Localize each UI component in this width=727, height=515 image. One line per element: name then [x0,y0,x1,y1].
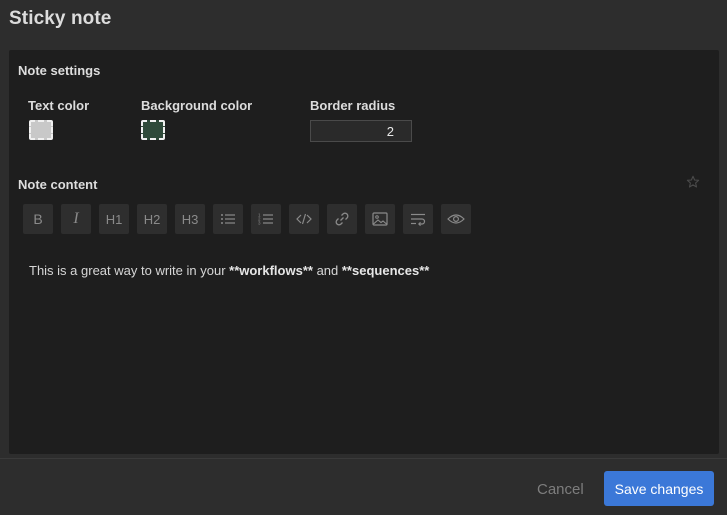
content-text-before: This is a great way to write in your [29,263,230,278]
text-wrap-button[interactable] [403,204,433,234]
code-icon [296,213,312,225]
note-settings-title: Note settings [18,63,101,78]
border-radius-label: Border radius [310,98,396,113]
image-button[interactable] [365,204,395,234]
editor-panel: Note settings Text color Background colo… [9,50,719,454]
content-bold-workflows: **workflows** [229,263,313,278]
bold-icon: B [33,211,43,227]
heading-2-icon: H2 [143,211,161,227]
heading-3-button[interactable]: H3 [175,204,205,234]
save-changes-button[interactable]: Save changes [604,471,714,506]
text-wrap-icon [411,213,426,226]
border-radius-input[interactable]: 2 [310,120,412,142]
background-color-label: Background color [141,98,253,113]
heading-1-button[interactable]: H1 [99,204,129,234]
link-icon [335,212,349,226]
bullet-list-button[interactable] [213,204,243,234]
star-icon[interactable] [686,175,700,189]
text-color-swatch[interactable] [29,120,53,140]
numbered-list-icon: 1 2 3 [258,213,273,226]
note-content-text[interactable]: This is a great way to write in your **w… [29,263,429,278]
cancel-button[interactable]: Cancel [531,477,590,501]
eye-icon [447,214,465,224]
content-text-middle: and [312,263,342,278]
content-bold-sequences: **sequences** [341,263,430,278]
link-button[interactable] [327,204,357,234]
background-color-swatch[interactable] [141,120,165,140]
dialog-title: Sticky note [9,8,112,29]
code-button[interactable] [289,204,319,234]
numbered-list-button[interactable]: 1 2 3 [251,204,281,234]
dialog-footer: Cancel Save changes [0,458,727,515]
italic-icon: I [73,210,79,227]
heading-1-icon: H1 [105,211,123,227]
text-color-label: Text color [28,98,90,113]
bullet-list-icon [221,214,235,224]
bold-button[interactable]: B [23,204,53,234]
heading-2-button[interactable]: H2 [137,204,167,234]
preview-button[interactable] [441,204,471,234]
svg-text:3: 3 [258,221,261,226]
heading-3-icon: H3 [181,211,199,227]
note-content-title: Note content [18,177,98,192]
image-icon [372,212,388,226]
sticky-note-dialog: Sticky note Note settings Text color Bac… [0,0,727,515]
italic-button[interactable]: I [61,204,91,234]
